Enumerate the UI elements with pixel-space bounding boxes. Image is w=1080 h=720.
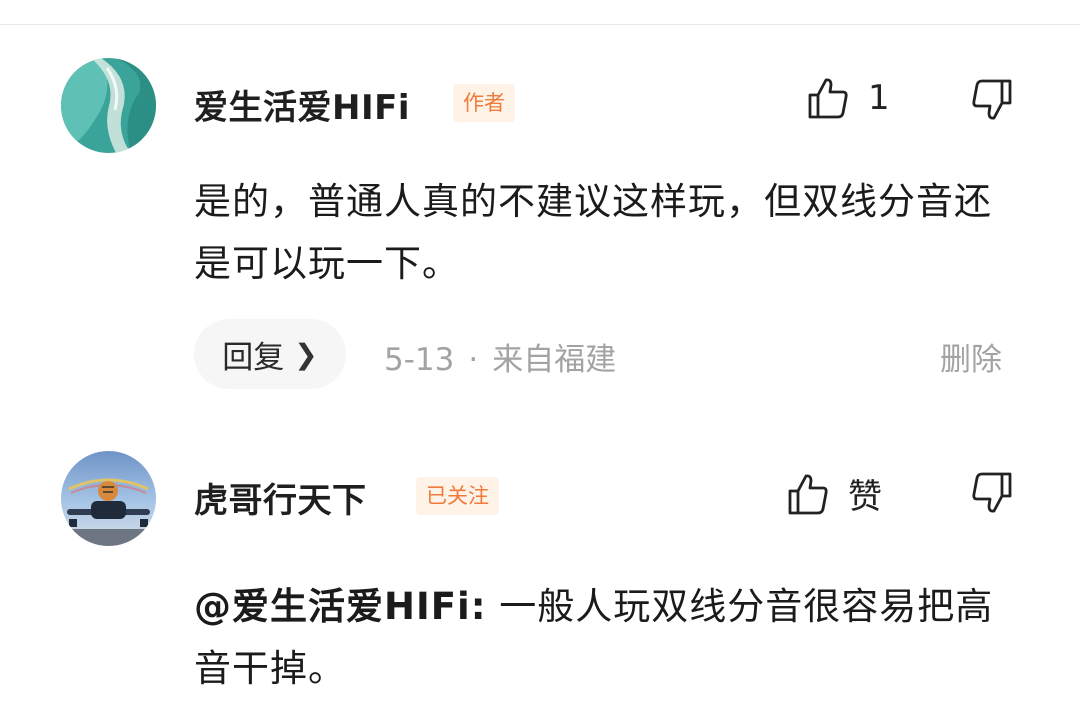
reply-button[interactable]: 回复 ❯ xyxy=(194,319,346,389)
thumbs-up-icon xyxy=(808,78,848,119)
thumbs-down-icon xyxy=(972,472,1012,513)
like-label: 赞 xyxy=(848,477,882,517)
comment-date: 5-13 xyxy=(384,342,455,378)
comment-text: 是的，普通人真的不建议这样玩，但双线分音还是可以玩一下。 xyxy=(194,180,992,285)
comment-text: @爱生活爱HIFi: 一般人玩双线分音很容易把高音干掉。 xyxy=(194,576,1024,700)
tiger-airplane-avatar-icon xyxy=(61,451,156,546)
thumbs-up-icon xyxy=(788,473,828,514)
dislike-button[interactable] xyxy=(970,471,1014,519)
comment-meta: 5-13 · 来自福建 xyxy=(384,334,616,379)
delete-button[interactable]: 删除 xyxy=(940,334,1002,379)
dislike-button[interactable] xyxy=(970,78,1014,126)
like-button[interactable]: 赞 xyxy=(786,469,882,518)
ocean-beach-avatar-icon xyxy=(61,58,156,153)
like-button[interactable]: 1 xyxy=(806,76,890,120)
chevron-right-icon: ❯ xyxy=(294,337,318,371)
meta-separator: · xyxy=(468,342,479,378)
like-count: 1 xyxy=(868,78,890,118)
avatar[interactable] xyxy=(61,451,156,546)
following-badge: 已关注 xyxy=(416,477,499,515)
author-badge: 作者 xyxy=(453,84,515,122)
reply-label: 回复 xyxy=(222,339,285,376)
comment-author[interactable]: 爱生活爱HIFi xyxy=(194,80,410,129)
thumbs-down-icon xyxy=(972,79,1012,120)
comment-location: 来自福建 xyxy=(492,342,617,378)
top-divider xyxy=(0,24,1080,25)
avatar[interactable] xyxy=(61,58,156,153)
mention-link[interactable]: @爱生活爱HIFi: xyxy=(194,585,487,628)
comment-author[interactable]: 虎哥行天下 xyxy=(194,473,367,522)
